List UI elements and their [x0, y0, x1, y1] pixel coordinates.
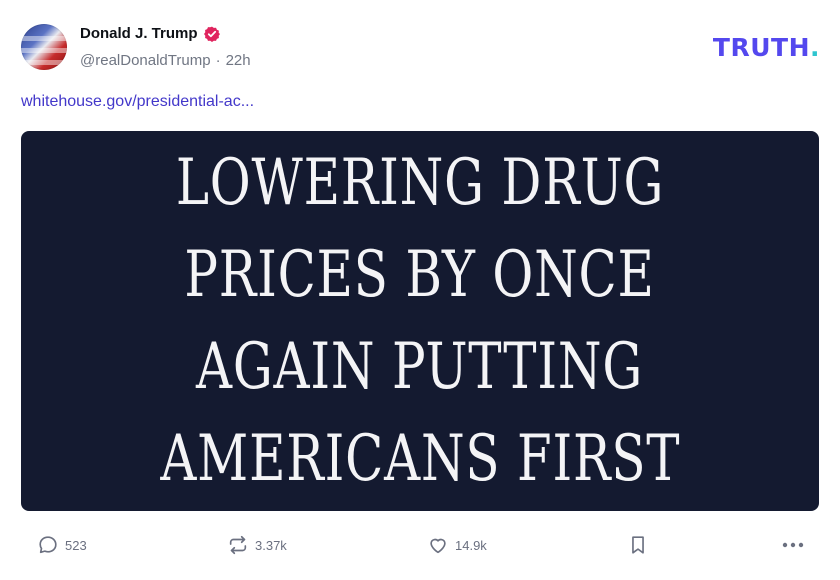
- truth-post: Donald J. Trump @realDonaldTrump · 22h T…: [0, 0, 840, 580]
- more-options-button[interactable]: [781, 534, 805, 556]
- logo-text: TRUTH: [712, 33, 810, 62]
- retruth-icon: [227, 534, 249, 556]
- post-actions: 523 3.37k 14.9k: [0, 534, 840, 560]
- post-media-image[interactable]: LOWERING DRUG PRICES BY ONCE AGAIN PUTTI…: [21, 131, 819, 511]
- retruth-button[interactable]: 3.37k: [227, 534, 287, 556]
- post-timestamp[interactable]: 22h: [226, 52, 251, 69]
- reply-button[interactable]: 523: [37, 534, 87, 556]
- author-name-row: Donald J. Trump: [80, 25, 220, 42]
- headline-line-4: AMERICANS FIRST: [159, 422, 681, 496]
- author-meta: @realDonaldTrump · 22h: [80, 52, 251, 69]
- bookmark-button[interactable]: [627, 534, 649, 556]
- headline-line-1: LOWERING DRUG: [175, 146, 665, 220]
- verified-badge-icon: [203, 26, 220, 42]
- author-handle[interactable]: @realDonaldTrump: [80, 52, 211, 69]
- reply-icon: [37, 534, 59, 556]
- more-icon: [781, 534, 805, 556]
- post-link[interactable]: whitehouse.gov/presidential-ac...: [21, 93, 254, 111]
- like-button[interactable]: 14.9k: [427, 534, 487, 556]
- logo-dot: .: [810, 33, 820, 62]
- like-count: 14.9k: [455, 537, 487, 553]
- headline-line-3: AGAIN PUTTING: [196, 330, 644, 404]
- retruth-count: 3.37k: [255, 537, 287, 553]
- meta-separator: ·: [215, 52, 221, 69]
- author-display-name[interactable]: Donald J. Trump: [80, 25, 198, 42]
- bookmark-icon: [627, 534, 649, 556]
- heart-icon: [427, 534, 449, 556]
- author-avatar[interactable]: [21, 24, 67, 70]
- truth-logo[interactable]: TRUTH.: [713, 33, 820, 62]
- headline-line-2: PRICES BY ONCE: [184, 238, 656, 312]
- reply-count: 523: [65, 537, 87, 553]
